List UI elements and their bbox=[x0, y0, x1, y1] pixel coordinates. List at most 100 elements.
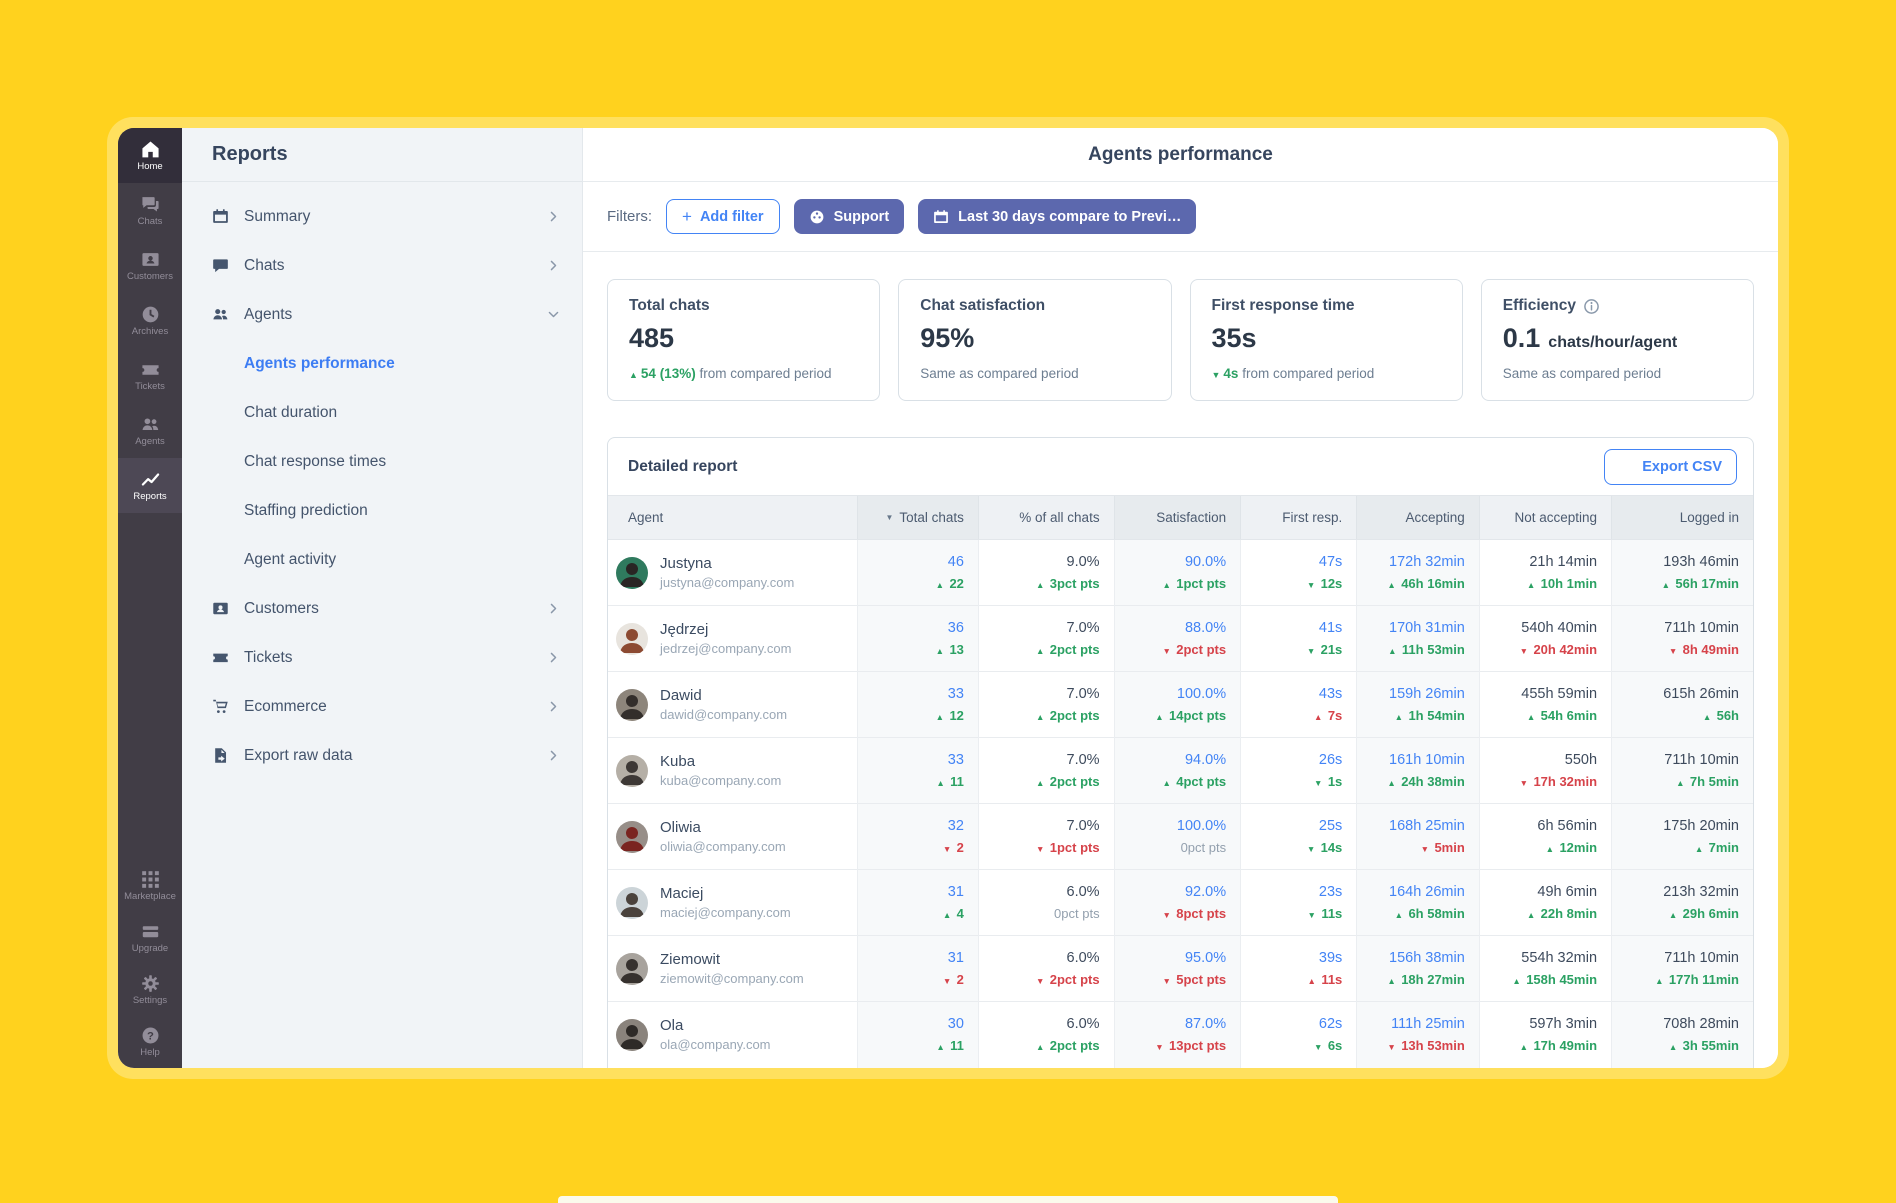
agent-info: Dawiddawid@company.com bbox=[616, 687, 849, 722]
summary-card-efficiency: Efficiency0.1chats/hour/agentSame as com… bbox=[1481, 279, 1754, 401]
sidebar-item-export-raw-data[interactable]: Export raw data bbox=[182, 731, 582, 780]
info-icon[interactable] bbox=[1583, 298, 1600, 315]
agent-name: Maciej bbox=[660, 885, 791, 902]
sidebar-subitem-chat-response-times[interactable]: Chat response times bbox=[182, 437, 582, 486]
cell-delta: ▲ 54h 6min bbox=[1494, 708, 1597, 723]
rail-item-label: Chats bbox=[138, 217, 163, 227]
cell-delta-value: 3h 55min bbox=[1683, 1038, 1739, 1053]
table-row-kuba: Kubakuba@company.com33▲ 117.0%▲ 2pct pts… bbox=[608, 738, 1753, 804]
cell-delta-value: 2pct pts bbox=[1050, 1038, 1100, 1053]
column-header-logged-in[interactable]: Logged in bbox=[1612, 496, 1753, 540]
rail-item-home[interactable]: Home bbox=[118, 128, 182, 183]
filters-label: Filters: bbox=[607, 208, 652, 225]
cell-delta-value: 21s bbox=[1321, 642, 1343, 657]
export-csv-label: Export CSV bbox=[1642, 459, 1722, 475]
filter-chip-last-30-days-compare-to-previ[interactable]: Last 30 days compare to Previ… bbox=[918, 199, 1196, 234]
column-header-label: First resp. bbox=[1282, 510, 1342, 525]
filter-chip-support[interactable]: Support bbox=[794, 199, 905, 234]
agents-table: Agent ▼Total chats% of all chatsSatisfact… bbox=[608, 495, 1753, 1068]
delta-arrow-down-icon: ▼ bbox=[943, 976, 954, 986]
add-filter-button[interactable]: + Add filter bbox=[666, 199, 780, 234]
delta-arrow-down-icon: ▼ bbox=[1036, 844, 1047, 854]
column-header-total-chats[interactable]: ▼Total chats bbox=[858, 496, 979, 540]
column-header-label: Not accepting bbox=[1514, 510, 1597, 525]
rail-item-tickets[interactable]: Tickets bbox=[118, 348, 182, 403]
detailed-report-header: Detailed report Export CSV bbox=[608, 438, 1753, 495]
sidebar-subitem-agents-performance[interactable]: Agents performance bbox=[182, 339, 582, 388]
sidebar-item-ecommerce[interactable]: Ecommerce bbox=[182, 682, 582, 731]
cell-value: 41s bbox=[1255, 620, 1342, 636]
cell-value: 7.0% bbox=[993, 818, 1100, 834]
delta-arrow-up-icon: ▲ bbox=[1155, 712, 1166, 722]
rail-item-chats[interactable]: Chats bbox=[118, 183, 182, 238]
cell-delta-value: 29h 6min bbox=[1683, 906, 1739, 921]
cell-delta-value: 22h 8min bbox=[1541, 906, 1597, 921]
cell-delta: ▲ 24h 38min bbox=[1371, 774, 1465, 789]
agent-name: Oliwia bbox=[660, 819, 786, 836]
customers-icon bbox=[141, 250, 160, 269]
delta-arrow-down-icon: ▼ bbox=[1162, 910, 1173, 920]
filter-chips: Support Last 30 days compare to Previ… bbox=[794, 199, 1197, 234]
sidebar-subitem-chat-duration[interactable]: Chat duration bbox=[182, 388, 582, 437]
sidebar-item-tickets[interactable]: Tickets bbox=[182, 633, 582, 682]
rail-item-customers[interactable]: Customers bbox=[118, 238, 182, 293]
cell-delta: ▲ 7min bbox=[1626, 840, 1739, 855]
cell-delta: 0pct pts bbox=[993, 906, 1100, 921]
delta-arrow-up-icon: ▲ bbox=[1314, 712, 1325, 722]
column-header-agent[interactable]: Agent bbox=[608, 496, 858, 540]
delta-arrow-down-icon: ▼ bbox=[1307, 646, 1318, 656]
column-header-satisfaction[interactable]: Satisfaction bbox=[1114, 496, 1241, 540]
column-header-not-accepting[interactable]: Not accepting bbox=[1479, 496, 1611, 540]
cell-first-resp: 25s▼ 14s bbox=[1241, 804, 1357, 870]
cell-logged-in: 615h 26min▲ 56h bbox=[1612, 672, 1753, 738]
sidebar-item-label: Summary bbox=[244, 208, 547, 226]
agent-cell: Olaola@company.com bbox=[608, 1002, 858, 1068]
cell-delta-value: 5pct pts bbox=[1176, 972, 1226, 987]
rail-item-archives[interactable]: Archives bbox=[118, 293, 182, 348]
cell-not-accepting: 455h 59min▲ 54h 6min bbox=[1479, 672, 1611, 738]
rail-item-help[interactable]: ?Help bbox=[118, 1016, 182, 1068]
cell-value: 175h 20min bbox=[1626, 818, 1739, 834]
sidebar-item-customers[interactable]: Customers bbox=[182, 584, 582, 633]
delta-arrow-down-icon: ▼ bbox=[1307, 844, 1318, 854]
cell-delta: ▼ 17h 32min bbox=[1494, 774, 1597, 789]
sidebar-item-agents[interactable]: Agents bbox=[182, 290, 582, 339]
cell-delta-value: 10h 1min bbox=[1541, 576, 1597, 591]
column-header-accepting[interactable]: Accepting bbox=[1357, 496, 1480, 540]
cell-not-accepting: 550h▼ 17h 32min bbox=[1479, 738, 1611, 804]
chevron-right-icon bbox=[547, 602, 560, 615]
agent-info: Olaola@company.com bbox=[616, 1017, 849, 1052]
column-header-label: Agent bbox=[628, 510, 663, 525]
column-header-of-all-chats[interactable]: % of all chats bbox=[978, 496, 1114, 540]
rail-item-agents[interactable]: Agents bbox=[118, 403, 182, 458]
cell-logged-in: 711h 10min▼ 8h 49min bbox=[1612, 606, 1753, 672]
cell-of-all-chats: 6.0%▼ 2pct pts bbox=[978, 936, 1114, 1002]
sidebar-item-chats[interactable]: Chats bbox=[182, 241, 582, 290]
agent-cell: Justynajustyna@company.com bbox=[608, 540, 858, 606]
agent-name: Justyna bbox=[660, 555, 794, 572]
filter-chip-label: Support bbox=[834, 209, 890, 225]
cell-total-chats: 36▲ 13 bbox=[858, 606, 979, 672]
column-header-first-resp[interactable]: First resp. bbox=[1241, 496, 1357, 540]
export-csv-button[interactable]: Export CSV bbox=[1604, 449, 1737, 485]
rail-item-settings[interactable]: Settings bbox=[118, 964, 182, 1016]
agent-email: oliwia@company.com bbox=[660, 839, 786, 854]
archives-icon bbox=[141, 305, 160, 324]
delta-arrow-up-icon: ▲ bbox=[936, 778, 947, 788]
cell-delta-value: 5min bbox=[1434, 840, 1464, 855]
delta-arrow-up-icon: ▲ bbox=[1676, 778, 1687, 788]
sidebar-subitem-agent-activity[interactable]: Agent activity bbox=[182, 535, 582, 584]
agent-info: Kubakuba@company.com bbox=[616, 753, 849, 788]
delta-arrow-up-icon: ▲ bbox=[1662, 580, 1673, 590]
cell-value: 172h 32min bbox=[1371, 554, 1465, 570]
detailed-report-card: Detailed report Export CSV Agent ▼Total c… bbox=[607, 437, 1754, 1068]
delta-arrow-up-icon: ▲ bbox=[1512, 976, 1523, 986]
delta-arrow-up-icon: ▲ bbox=[936, 646, 947, 656]
rail-item-upgrade[interactable]: Upgrade bbox=[118, 912, 182, 964]
rail-item-marketplace[interactable]: Marketplace bbox=[118, 860, 182, 912]
rail-item-reports[interactable]: Reports bbox=[118, 458, 182, 513]
cell-delta-value: 14s bbox=[1321, 840, 1343, 855]
chat-bubble-icon bbox=[212, 257, 229, 274]
sidebar-item-summary[interactable]: Summary bbox=[182, 192, 582, 241]
sidebar-subitem-staffing-prediction[interactable]: Staffing prediction bbox=[182, 486, 582, 535]
